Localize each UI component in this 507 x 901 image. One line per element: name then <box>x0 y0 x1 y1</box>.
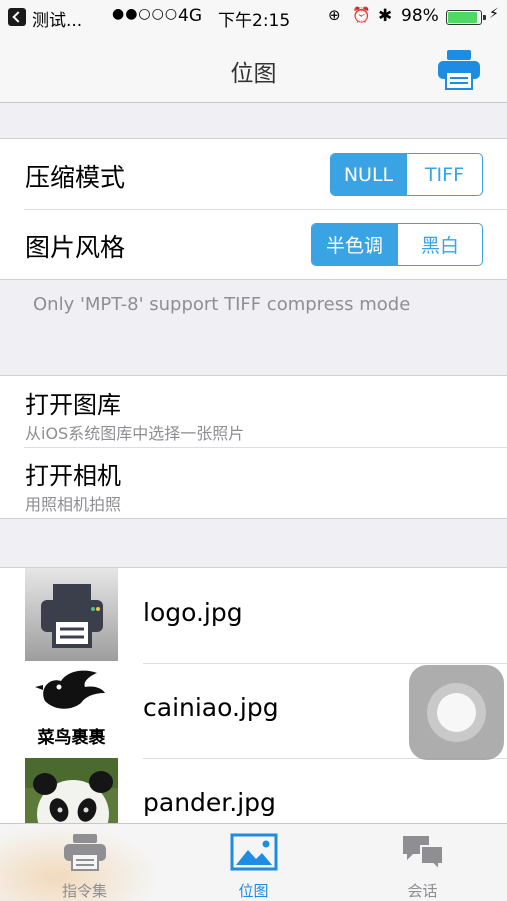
chat-bubbles-icon <box>403 836 444 872</box>
tab-bitmap[interactable]: 位图 <box>169 824 338 901</box>
tab-chat-label: 会话 <box>407 882 438 900</box>
cainiao-logo-thumbnail: 菜鸟裹裹 <box>25 663 118 756</box>
image-style-segmented-control[interactable]: 半色调 黑白 <box>311 223 483 266</box>
compress-null-option[interactable]: NULL <box>331 154 406 195</box>
charging-icon: ⚡ <box>489 6 499 22</box>
page-title: 位图 <box>230 61 277 87</box>
battery-icon <box>446 10 486 25</box>
image-name-cainiao: cainiao.jpg <box>143 693 279 722</box>
open-camera-row[interactable]: 打开相机 用照相机拍照 <box>0 447 507 518</box>
compress-mode-segmented-control[interactable]: NULL TIFF <box>330 153 483 196</box>
open-gallery-row[interactable]: 打开图库 从iOS系统图库中选择一张照片 <box>0 376 507 447</box>
tiff-support-note: Only 'MPT-8' support TIFF compress mode <box>33 294 411 315</box>
alarm-icon: ⏰ <box>352 6 371 24</box>
assistive-touch-icon <box>427 683 486 742</box>
compress-mode-label: 压缩模式 <box>25 163 126 192</box>
tab-commands[interactable]: 指令集 <box>0 824 169 901</box>
tab-chat[interactable]: 会话 <box>338 824 507 901</box>
settings-group: 压缩模式 NULL TIFF 图片风格 半色调 黑白 <box>0 138 507 280</box>
navigation-bar: 位图 <box>0 34 507 103</box>
panda-photo-thumbnail <box>25 758 118 824</box>
signal-strength: ●●○○○ <box>112 6 179 22</box>
status-time: 下午2:15 <box>218 11 291 31</box>
image-style-label: 图片风格 <box>25 233 126 262</box>
open-gallery-subtitle: 从iOS系统图库中选择一张照片 <box>25 424 245 443</box>
back-to-app-icon[interactable] <box>8 8 26 26</box>
battery-level-fill <box>448 12 478 23</box>
back-app-label[interactable]: 测试... <box>32 6 82 31</box>
image-style-row: 图片风格 半色调 黑白 <box>0 209 507 279</box>
open-gallery-title: 打开图库 <box>25 391 121 419</box>
open-camera-subtitle: 用照相机拍照 <box>25 495 122 514</box>
image-row-logo[interactable]: logo.jpg <box>0 568 507 663</box>
image-name-logo: logo.jpg <box>143 598 243 627</box>
image-name-pander: pander.jpg <box>143 788 276 817</box>
open-camera-title: 打开相机 <box>25 462 121 490</box>
network-type: 4G <box>178 6 202 26</box>
printer-icon[interactable] <box>436 48 482 90</box>
printer-icon <box>64 834 106 871</box>
bird-logo-icon <box>35 670 105 709</box>
tab-commands-label: 指令集 <box>61 882 107 900</box>
orientation-lock-icon: ⊕ <box>328 6 341 24</box>
status-bar: 测试... ●●○○○ 4G 下午2:15 ⊕ ⏰ ✱ 98% ⚡ <box>0 0 507 34</box>
printer-thumbnail <box>25 568 118 661</box>
image-source-group: 打开图库 从iOS系统图库中选择一张照片 打开相机 用照相机拍照 <box>0 375 507 519</box>
battery-percent: 98% <box>401 6 439 26</box>
style-halftone-option[interactable]: 半色调 <box>312 224 397 265</box>
cainiao-logo-text: 菜鸟裹裹 <box>37 728 106 748</box>
tab-bar: 指令集 位图 会话 <box>0 823 507 901</box>
style-bw-option[interactable]: 黑白 <box>397 224 482 265</box>
image-icon <box>230 833 278 871</box>
compress-mode-row: 压缩模式 NULL TIFF <box>0 139 507 209</box>
image-row-pander[interactable]: pander.jpg <box>0 758 507 824</box>
tab-bitmap-label: 位图 <box>238 882 269 900</box>
compress-tiff-option[interactable]: TIFF <box>406 154 482 195</box>
bluetooth-icon: ✱ <box>378 6 393 26</box>
assistive-touch-button[interactable] <box>409 665 504 760</box>
